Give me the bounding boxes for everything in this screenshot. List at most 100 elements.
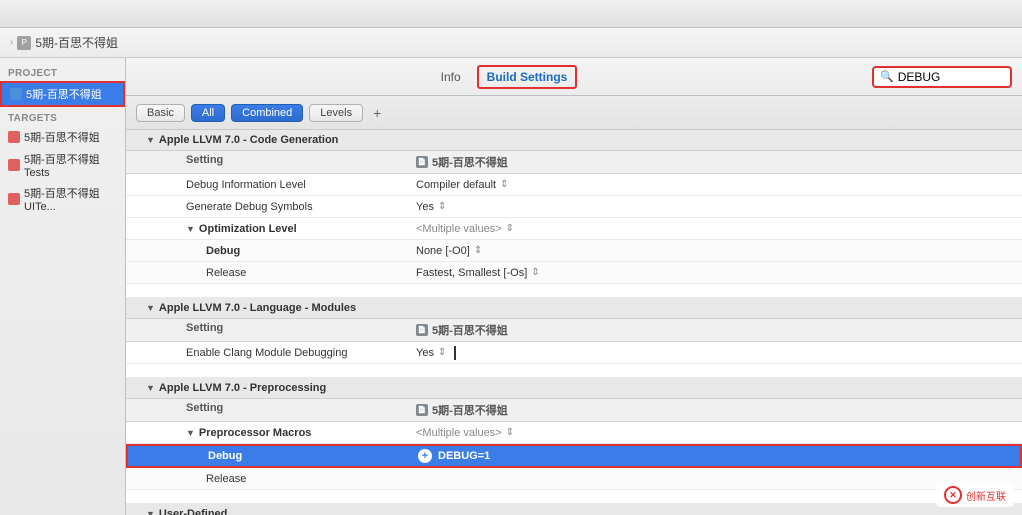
row4-value-text: Yes bbox=[416, 347, 434, 359]
top-search-input[interactable] bbox=[898, 70, 998, 84]
section4-triangle: ▼ bbox=[146, 509, 155, 515]
sidebar-target1[interactable]: 5期-百思不得姐 bbox=[0, 126, 125, 148]
section4-header: ▼ User-Defined bbox=[126, 504, 1022, 515]
search-icon: 🔍 bbox=[880, 70, 894, 83]
row2-value: Yes ⇕ bbox=[406, 198, 1022, 216]
row1-stepper[interactable]: ⇕ bbox=[500, 179, 508, 190]
sidebar-item-project[interactable]: 5期-百思不得姐 bbox=[0, 81, 125, 107]
filter-all-btn[interactable]: All bbox=[191, 104, 225, 122]
row2-name: Generate Debug Symbols bbox=[126, 198, 406, 216]
spacer1 bbox=[126, 284, 1022, 298]
s3-col-target: 📄 5期-百思不得姐 bbox=[406, 402, 1022, 418]
target-doc-icon: 📄 bbox=[416, 156, 428, 168]
row-optimization-level[interactable]: ▼ Optimization Level <Multiple values> ⇕ bbox=[126, 218, 1022, 240]
watermark-icon: ✕ bbox=[944, 486, 962, 504]
row3-debug-value: None [-O0] ⇕ bbox=[406, 242, 1022, 260]
row3-value: <Multiple values> ⇕ bbox=[406, 220, 1022, 238]
s2-target-doc-icon: 📄 bbox=[416, 324, 428, 336]
sidebar-target1-name: 5期-百思不得姐 bbox=[24, 129, 100, 145]
tab-buttons: Info Build Settings bbox=[431, 65, 578, 89]
s2-col-target: 📄 5期-百思不得姐 bbox=[406, 322, 1022, 338]
s2-col-target-name: 5期-百思不得姐 bbox=[432, 322, 508, 338]
row4-stepper[interactable]: ⇕ bbox=[438, 347, 446, 358]
col-target-name: 5期-百思不得姐 bbox=[432, 154, 508, 170]
row3-debug-stepper[interactable]: ⇕ bbox=[474, 245, 482, 256]
tab-build-settings[interactable]: Build Settings bbox=[477, 65, 578, 89]
row5-name-text: Preprocessor Macros bbox=[199, 427, 312, 439]
row3-debug-value-text: None [-O0] bbox=[416, 245, 470, 257]
row3-name-text: Optimization Level bbox=[199, 223, 297, 235]
row5-release-name: Release bbox=[126, 470, 406, 488]
row4-name: Enable Clang Module Debugging bbox=[126, 344, 406, 362]
sidebar-target3-name: 5期-百思不得姐UITe... bbox=[24, 185, 117, 213]
spacer2 bbox=[126, 364, 1022, 378]
target3-icon bbox=[8, 193, 20, 205]
row5-value: <Multiple values> ⇕ bbox=[406, 424, 1022, 442]
content-area: Info Build Settings 🔍 Basic All Combined… bbox=[126, 58, 1022, 515]
sidebar-target2[interactable]: 5期-百思不得姐Tests bbox=[0, 148, 125, 182]
section2-triangle: ▼ bbox=[146, 303, 155, 313]
row5-stepper[interactable]: ⇕ bbox=[506, 427, 514, 438]
breadcrumb-icon: P bbox=[17, 36, 31, 50]
section2-header: ▼ Apple LLVM 7.0 - Language - Modules bbox=[126, 298, 1022, 319]
s2-col-setting: Setting bbox=[126, 322, 406, 338]
sidebar-target3[interactable]: 5期-百思不得姐UITe... bbox=[0, 182, 125, 216]
row3-release-name: Release bbox=[126, 264, 406, 282]
watermark: ✕ 创新互联 bbox=[936, 483, 1014, 507]
row5-debug-value-text: DEBUG=1 bbox=[438, 450, 490, 462]
sidebar-targets-title: TARGETS bbox=[0, 107, 125, 126]
filter-combined-btn[interactable]: Combined bbox=[231, 104, 303, 122]
s3-target-doc-icon: 📄 bbox=[416, 404, 428, 416]
row-optimization-release[interactable]: Release Fastest, Smallest [-Os] ⇕ bbox=[126, 262, 1022, 284]
row-generate-debug-symbols[interactable]: Generate Debug Symbols Yes ⇕ bbox=[126, 196, 1022, 218]
cursor bbox=[454, 346, 462, 360]
watermark-label: 创新互联 bbox=[966, 488, 1006, 503]
section1-header: ▼ Apple LLVM 7.0 - Code Generation bbox=[126, 130, 1022, 151]
section2-col-headers: Setting 📄 5期-百思不得姐 bbox=[126, 319, 1022, 342]
col-target-label: 📄 5期-百思不得姐 bbox=[406, 154, 1022, 170]
row1-value-text: Compiler default bbox=[416, 179, 496, 191]
sidebar: PROJECT 5期-百思不得姐 TARGETS 5期-百思不得姐 5期-百思不… bbox=[0, 58, 126, 515]
top-search-box[interactable]: 🔍 bbox=[872, 66, 1012, 88]
row3-release-value-text: Fastest, Smallest [-Os] bbox=[416, 267, 527, 279]
col-setting-label: Setting bbox=[126, 154, 406, 170]
row3-value-text: <Multiple values> bbox=[416, 223, 502, 235]
row-clang-module-debugging[interactable]: Enable Clang Module Debugging Yes ⇕ bbox=[126, 342, 1022, 364]
row5-debug-value: + DEBUG=1 bbox=[408, 446, 1020, 466]
main-area: PROJECT 5期-百思不得姐 TARGETS 5期-百思不得姐 5期-百思不… bbox=[0, 58, 1022, 515]
top-bar bbox=[0, 0, 1022, 28]
row2-stepper[interactable]: ⇕ bbox=[438, 201, 446, 212]
filter-bar: Basic All Combined Levels + bbox=[126, 96, 1022, 130]
target1-icon bbox=[8, 131, 20, 143]
filter-basic-btn[interactable]: Basic bbox=[136, 104, 185, 122]
row3-release-stepper[interactable]: ⇕ bbox=[531, 267, 539, 278]
row5-name: ▼ Preprocessor Macros bbox=[126, 424, 406, 442]
row1-value: Compiler default ⇕ bbox=[406, 176, 1022, 194]
row3-name: ▼ Optimization Level bbox=[126, 220, 406, 238]
row-preprocessor-debug[interactable]: Debug + DEBUG=1 bbox=[126, 444, 1022, 468]
row3-debug-name: Debug bbox=[126, 242, 406, 260]
row3-stepper[interactable]: ⇕ bbox=[506, 223, 514, 234]
section2-title: Apple LLVM 7.0 - Language - Modules bbox=[159, 302, 356, 314]
row3-release-value: Fastest, Smallest [-Os] ⇕ bbox=[406, 264, 1022, 282]
row1-name: Debug Information Level bbox=[126, 176, 406, 194]
breadcrumb-arrow: › bbox=[10, 37, 13, 48]
row5-debug-name: Debug bbox=[128, 447, 408, 465]
row4-value: Yes ⇕ bbox=[406, 343, 1022, 363]
spacer3 bbox=[126, 490, 1022, 504]
tab-info[interactable]: Info bbox=[431, 67, 471, 87]
row-preprocessor-release[interactable]: Release bbox=[126, 468, 1022, 490]
filter-plus-btn[interactable]: + bbox=[369, 105, 385, 121]
section1-col-headers: Setting 📄 5期-百思不得姐 bbox=[126, 151, 1022, 174]
row-debug-info-level[interactable]: Debug Information Level Compiler default… bbox=[126, 174, 1022, 196]
section4-title: User-Defined bbox=[159, 508, 227, 515]
section1-title: Apple LLVM 7.0 - Code Generation bbox=[159, 134, 338, 146]
plus-add-icon[interactable]: + bbox=[418, 449, 432, 463]
row-optimization-debug[interactable]: Debug None [-O0] ⇕ bbox=[126, 240, 1022, 262]
section3-triangle: ▼ bbox=[146, 383, 155, 393]
row-preprocessor-macros[interactable]: ▼ Preprocessor Macros <Multiple values> … bbox=[126, 422, 1022, 444]
sidebar-project-name: 5期-百思不得姐 bbox=[26, 86, 102, 102]
filter-levels-btn[interactable]: Levels bbox=[309, 104, 363, 122]
section3-col-headers: Setting 📄 5期-百思不得姐 bbox=[126, 399, 1022, 422]
section3-title: Apple LLVM 7.0 - Preprocessing bbox=[159, 382, 326, 394]
